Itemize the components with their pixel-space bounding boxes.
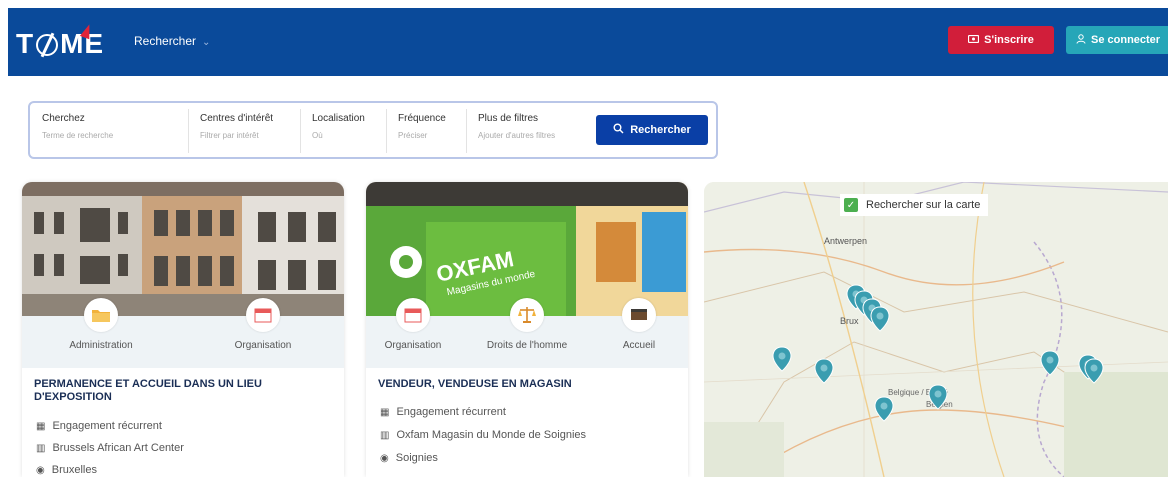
keyword-placeholder: Terme de recherche [42,131,114,140]
location-pin-icon: ◉ [380,453,389,464]
keyword-field[interactable]: Cherchez Terme de recherche [42,113,113,140]
ticket-icon [968,34,980,46]
search-icon [613,123,624,137]
interests-placeholder: Filtrer par intérêt [200,131,259,140]
map-pin[interactable] [772,346,792,372]
search-button[interactable]: Rechercher [596,115,708,145]
map-pin[interactable] [874,396,894,422]
category-label: Organisation [234,340,292,351]
user-icon [1076,33,1086,47]
map-background [704,182,1168,477]
login-label: Se connecter [1091,34,1161,46]
frequency-field[interactable]: Fréquence Préciser [398,113,446,140]
card-image: OXFAM Magasins du monde [366,182,688,316]
organization-text: Oxfam Magasin du Monde de Soignies [396,429,587,441]
frequency-row: ▦ Engagement récurrent [36,420,162,432]
location-placeholder: Où [312,131,323,140]
search-on-map-label: Rechercher sur la carte [866,199,981,211]
folder-icon [84,298,118,332]
opportunity-card[interactable]: Administration Organisation PERMANENCE E… [22,182,344,477]
frequency-label: Fréquence [398,113,446,124]
location-label: Localisation [312,113,365,124]
map-pin[interactable] [814,358,834,384]
top-area: T ME Rechercher ⌄ S'inscrire Se connecter [0,0,1168,78]
divider [300,109,301,153]
calendar-icon: ▦ [380,407,390,418]
map-place-label: Brux [840,316,859,326]
map-pin[interactable] [1040,350,1060,376]
search-on-map-checkbox[interactable]: ✓ Rechercher sur la carte [840,194,989,216]
map-pin[interactable] [928,384,948,410]
register-button[interactable]: S'inscrire [948,26,1054,54]
frequency-row: ▦ Engagement récurrent [380,406,506,418]
nav-search-menu[interactable]: Rechercher ⌄ [134,34,210,48]
organization-row: ▥ Oxfam Magasin du Monde de Soignies [380,429,586,441]
keyword-label: Cherchez [42,113,85,124]
calendar-icon [396,298,430,332]
divider [466,109,467,153]
categories-strip: Organisation Droits de l'homme Accueil [366,298,688,368]
map-pin[interactable] [870,306,890,332]
opportunity-card[interactable]: OXFAM Magasins du monde Organisation Dro… [366,182,688,477]
calendar-icon [246,298,280,332]
interests-label: Centres d'intérêt [200,113,274,124]
building-icon: ▥ [380,430,390,441]
map-panel[interactable]: Antwerpen Brux Belgique / België Belgien [704,182,1168,477]
category-label: Droits de l'homme [486,340,568,351]
card-title[interactable]: PERMANENCE ET ACCUEIL DANS UN LIEU D'EXP… [34,378,324,404]
map-place-label: Antwerpen [824,236,868,246]
category-label: Organisation [384,340,442,351]
register-label: S'inscrire [984,34,1034,46]
chevron-down-icon: ⌄ [202,37,211,48]
map-pin[interactable] [1084,358,1104,384]
location-row: ◉ Soignies [380,452,438,464]
organization-row: ▥ Brussels African Art Center [36,442,184,454]
more-filters-placeholder: Ajouter d'autres filtres [478,131,556,140]
nav-search-label: Rechercher [134,34,197,48]
scales-icon [510,298,544,332]
location-pin-icon: ◉ [36,465,45,476]
location-text: Soignies [395,452,438,464]
more-filters-field[interactable]: Plus de filtres Ajouter d'autres filtres [478,113,555,140]
more-filters-label: Plus de filtres [478,113,539,124]
organization-text: Brussels African Art Center [52,442,184,454]
login-button[interactable]: Se connecter [1066,26,1168,54]
frequency-text: Engagement récurrent [396,406,506,418]
building-icon: ▥ [36,443,46,454]
search-button-label: Rechercher [630,124,691,136]
location-field[interactable]: Localisation Où [312,113,365,140]
frequency-text: Engagement récurrent [52,420,162,432]
logo[interactable]: T ME [16,22,104,60]
logo-mark [36,22,95,56]
location-text: Bruxelles [51,464,97,476]
categories-strip: Administration Organisation [22,298,344,368]
search-panel: Cherchez Terme de recherche Centres d'in… [28,101,718,159]
card-title[interactable]: VENDEUR, VENDEUSE EN MAGASIN [378,378,678,391]
navbar: T ME Rechercher ⌄ S'inscrire Se connecter [8,8,1168,76]
card-image [22,182,344,316]
divider [386,109,387,153]
interests-field[interactable]: Centres d'intérêt Filtrer par intérêt [200,113,273,140]
frequency-placeholder: Préciser [398,131,428,140]
category-label: Administration [69,340,133,351]
divider [188,109,189,153]
checkmark-icon: ✓ [844,198,858,212]
category-label: Accueil [622,340,656,351]
desk-icon [622,298,656,332]
calendar-icon: ▦ [36,421,46,432]
location-row: ◉ Bruxelles [36,464,97,476]
logo-letter-t: T [16,28,35,59]
